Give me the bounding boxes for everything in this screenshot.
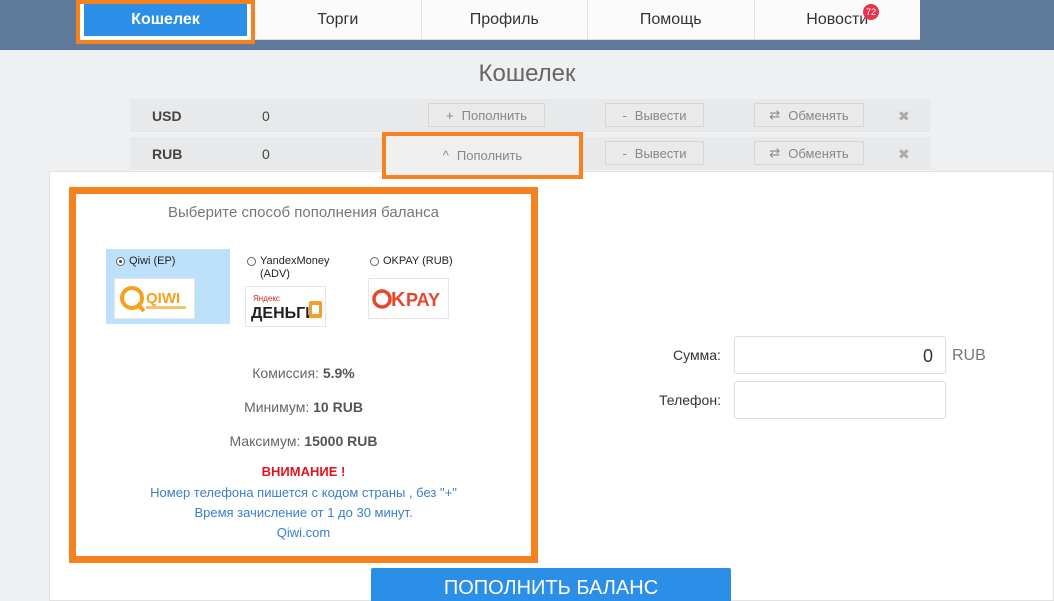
phone-input[interactable] — [734, 381, 946, 419]
exchange-icon: ⇄ — [769, 145, 781, 160]
topup-button-active[interactable]: ^ Пополнить — [392, 141, 573, 170]
qiwi-link[interactable]: Qiwi.com — [76, 525, 531, 540]
payment-option-qiwi[interactable]: Qiwi (EP) QIWI — [106, 249, 230, 324]
payment-option-label: YandexMoney — [260, 255, 330, 267]
maximum-label: Максимум: — [229, 433, 301, 449]
close-icon[interactable]: ✖ — [898, 99, 910, 133]
svg-text:ДЕНЬГИ: ДЕНЬГИ — [251, 305, 317, 322]
topup-button[interactable]: + Пополнить — [428, 103, 545, 127]
nav-tab-news[interactable]: Новости 72 — [755, 0, 921, 39]
commission-label: Комиссия: — [252, 365, 319, 381]
minimum-value: 10 RUB — [313, 399, 363, 415]
svg-text:QIWI: QIWI — [146, 290, 180, 307]
payment-option-sublabel: (ADV) — [260, 268, 290, 280]
exchange-icon: ⇄ — [769, 107, 781, 122]
payment-option-yandex[interactable]: YandexMoney (ADV) Яндекс ДЕНЬГИ — [237, 249, 361, 327]
warning-title: ВНИМАНИЕ ! — [261, 464, 346, 479]
withdraw-button-label: Вывести — [634, 107, 687, 123]
minimum-label: Минимум: — [244, 399, 310, 415]
exchange-button-label: Обменять — [788, 145, 849, 161]
close-icon[interactable]: ✖ — [898, 137, 910, 171]
commission-value: 5.9% — [322, 365, 355, 381]
nav-tab-trading[interactable]: Торги — [255, 0, 422, 39]
phone-format-note: Номер телефона пишется с кодом страны , … — [150, 485, 457, 500]
payment-method-title: Выберите способ пополнения баланса — [168, 204, 439, 221]
exchange-button[interactable]: ⇄ Обменять — [754, 103, 864, 127]
main-nav: Кошелек Торги Профиль Помощь Новости 72 — [76, 0, 921, 44]
topup-button-label: Пополнить — [461, 107, 527, 123]
withdraw-button[interactable]: - Вывести — [605, 141, 704, 165]
active-tab-highlight: Кошелек — [76, 0, 255, 44]
svg-text:PAY: PAY — [406, 290, 440, 310]
exchange-button-label: Обменять — [788, 107, 849, 123]
nav-tab-help[interactable]: Помощь — [588, 0, 755, 39]
currency-code: USD — [152, 108, 182, 124]
nav-tab-wallet[interactable]: Кошелек — [76, 0, 255, 44]
news-count-badge: 72 — [863, 4, 879, 20]
phone-label: Телефон: — [659, 392, 721, 408]
payment-method-box: Выберите способ пополнения баланса Qiwi … — [69, 187, 538, 563]
minimum-info: Минимум: 10 RUB — [76, 399, 531, 415]
yandex-money-logo: Яндекс ДЕНЬГИ — [245, 286, 326, 327]
currency-code: RUB — [152, 146, 183, 162]
payment-option-okpay[interactable]: OKPAY (RUB) K PAY — [360, 249, 484, 324]
page-title: Кошелек — [478, 60, 576, 87]
svg-text:Яндекс: Яндекс — [253, 294, 280, 303]
exchange-button[interactable]: ⇄ Обменять — [754, 141, 864, 165]
processing-time-note: Время зачисление от 1 до 30 минут. — [194, 505, 413, 520]
nav-tab-wallet-label[interactable]: Кошелек — [84, 4, 247, 36]
currency-balance: 0 — [262, 146, 270, 162]
plus-icon: + — [446, 107, 454, 123]
amount-unit: RUB — [952, 347, 986, 364]
minus-icon: - — [622, 107, 627, 123]
okpay-logo: K PAY — [368, 278, 449, 319]
radio-selected-icon[interactable] — [116, 257, 125, 266]
payment-option-label: Qiwi (EP) — [129, 255, 176, 267]
topup-button-label: Пополнить — [456, 148, 523, 163]
chevron-up-icon: ^ — [442, 148, 449, 163]
commission-info: Комиссия: 5.9% — [76, 365, 531, 381]
wallet-row-usd: USD 0 + Пополнить - Вывести ⇄ Обменять ✖ — [130, 99, 930, 133]
rub-topup-button-highlight: ^ Пополнить — [382, 132, 583, 179]
submit-topup-button[interactable]: ПОПОЛНИТЬ БАЛАНС — [371, 568, 731, 601]
radio-icon[interactable] — [370, 257, 379, 266]
minus-icon: - — [622, 145, 627, 161]
withdraw-button-label: Вывести — [634, 145, 687, 161]
currency-balance: 0 — [262, 108, 270, 124]
qiwi-logo: QIWI — [114, 278, 195, 319]
withdraw-button[interactable]: - Вывести — [605, 103, 704, 127]
nav-tab-news-label: Новости — [806, 10, 869, 28]
payment-option-label: OKPAY (RUB) — [383, 255, 453, 267]
amount-label: Сумма: — [673, 347, 721, 363]
maximum-value: 15000 RUB — [304, 433, 378, 449]
radio-icon[interactable] — [247, 257, 256, 266]
nav-tab-profile[interactable]: Профиль — [422, 0, 588, 39]
maximum-info: Максимум: 15000 RUB — [76, 433, 531, 449]
svg-text:K: K — [391, 289, 406, 311]
amount-input[interactable]: 0 — [734, 336, 946, 374]
